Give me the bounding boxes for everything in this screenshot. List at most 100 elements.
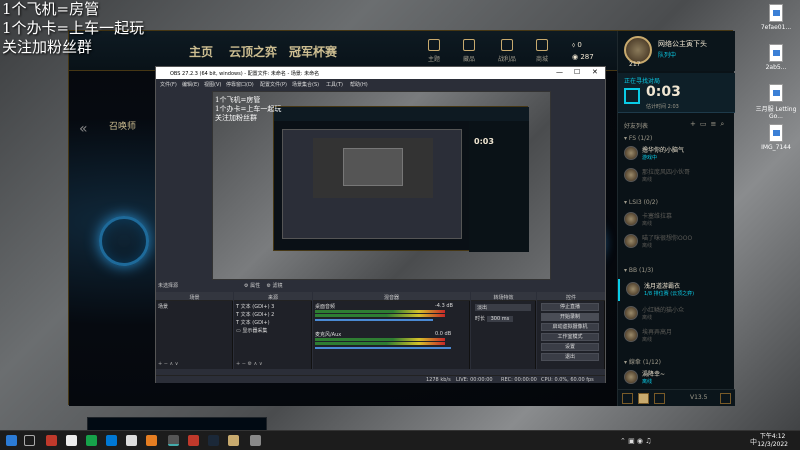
friend-item[interactable]: 小红鳞的猫小众 离线	[618, 303, 735, 325]
app-icon[interactable]	[188, 435, 199, 446]
audio-meter	[315, 338, 445, 341]
league-icon[interactable]	[228, 435, 239, 446]
source-dock-buttons[interactable]: + − ⚙ ∧ ∨	[236, 361, 263, 368]
app-icon[interactable]	[250, 435, 261, 446]
start-recording-button[interactable]: 开始录制	[541, 313, 599, 321]
obs-status-bar: 1278 kb/s LIVE: 00:00:00 REC: 00:00:00 C…	[156, 375, 605, 383]
avatar[interactable]	[624, 36, 652, 64]
xbox-icon[interactable]	[86, 435, 97, 446]
friend-group-header[interactable]: ▾ FS (1/2)	[624, 135, 652, 142]
rp-currency: ◉ 287	[572, 53, 594, 61]
app-icon[interactable]	[66, 435, 77, 446]
close-icon[interactable]: ✕	[592, 68, 598, 76]
shop-icon	[536, 39, 548, 51]
voice-icon[interactable]	[654, 393, 665, 404]
nav-loot-button[interactable]: 战利品	[492, 39, 522, 63]
image-file-icon	[769, 124, 783, 142]
back-arrow-icon[interactable]: «	[79, 121, 88, 137]
windows-start-icon[interactable]	[6, 435, 17, 446]
friend-group-header[interactable]: ▾ LSI3 (0/2)	[624, 199, 658, 206]
transition-select[interactable]: 淡出	[475, 304, 531, 311]
desktop-icon-file-2[interactable]: 2ab5...	[754, 44, 798, 71]
scene-item[interactable]: 场景	[158, 303, 168, 310]
portal-orb-left	[99, 216, 149, 266]
queue-mode-icon	[624, 88, 640, 104]
nav-clash[interactable]: 冠军杯赛	[289, 43, 337, 60]
friend-item[interactable]: 撸华你的小脑气 游戏中	[618, 143, 735, 165]
app-icon[interactable]	[46, 435, 57, 446]
preview-overlay-text: 1个飞机=房管 1个办卡=上车一起玩 关注加粉丝群	[215, 96, 282, 122]
menu-help[interactable]: 帮助(H)	[350, 81, 368, 88]
virtual-camera-button[interactable]: 启动虚拟摄像机	[541, 323, 599, 331]
friend-group-header[interactable]: ▾ 線傘 (1/12)	[624, 357, 661, 366]
cpu-status: CPU: 0.0%, 60.00 fps	[541, 377, 594, 383]
missions-icon[interactable]	[638, 393, 649, 404]
friend-item[interactable]: 喵了咪很想你OOO 离线	[618, 231, 735, 253]
menu-edit[interactable]: 编辑(E)	[182, 81, 199, 88]
source-item[interactable]: ▭ 显示器采集	[236, 327, 267, 334]
steam-icon[interactable]	[208, 435, 219, 446]
desktop-icon-file-3[interactable]: 三月服 Letting Go...	[754, 84, 798, 120]
menu-view[interactable]: 视图(V)	[204, 81, 221, 88]
nav-profile-button[interactable]: 主题	[419, 39, 449, 63]
add-friend-icon[interactable]: +	[690, 120, 700, 128]
friend-item[interactable]: 那拉庞风四小伙哥 离线	[618, 165, 735, 187]
nav-collection-button[interactable]: 藏品	[454, 39, 484, 63]
sources-dock: T 文本 (GDI+) 3 T 文本 (GDI+) 2 T 文本 (GDI+) …	[234, 301, 312, 369]
properties-button[interactable]: ⚙ 属性	[244, 283, 260, 289]
menu-tools[interactable]: 工具(T)	[326, 81, 343, 88]
source-item[interactable]: T 文本 (GDI+) 3	[236, 303, 274, 310]
list-icon[interactable]: ≡	[711, 120, 721, 128]
obs-icon[interactable]	[168, 435, 179, 446]
menu-docks[interactable]: 停靠窗口(D)	[226, 81, 254, 88]
exit-button[interactable]: 退出	[541, 353, 599, 361]
queue-estimate: 估计时间 2:03	[646, 104, 679, 110]
file-icon	[769, 44, 783, 62]
menu-profile[interactable]: 配置文件(P)	[260, 81, 287, 88]
friend-item[interactable]: 浅月道游霸衣 1/8 排位赛 (云顶之弈)	[618, 279, 735, 301]
transitions-header: 转场特效	[471, 292, 536, 301]
app-icon[interactable]	[146, 435, 157, 446]
filters-button[interactable]: ⚙ 滤镜	[266, 283, 282, 289]
tray-icons[interactable]: ⌃ ▣ ◉ ♫	[620, 437, 652, 445]
rec-status: REC: 00:00:00	[501, 377, 537, 383]
settings-button[interactable]: 设置	[541, 343, 599, 351]
nav-home[interactable]: 主页	[189, 43, 213, 60]
mixer-channel: 麦克风/Aux 0.0 dB	[315, 331, 465, 351]
minimize-icon[interactable]: —	[556, 68, 563, 76]
taskbar-clock[interactable]: 下午4:12 12/3/2022	[757, 433, 788, 449]
studio-mode-button[interactable]: 工作室模式	[541, 333, 599, 341]
obs-preview[interactable]: 0:03 1个飞机=房管 1个办卡=上车一起玩 关注加粉丝群	[212, 91, 551, 280]
help-icon[interactable]	[720, 393, 731, 404]
source-item[interactable]: T 文本 (GDI+)	[236, 319, 270, 326]
settings-icon[interactable]	[126, 435, 137, 446]
friend-avatar	[624, 168, 638, 182]
friend-item[interactable]: 渦降幸~ 离线	[618, 367, 735, 389]
friend-item[interactable]: 埃再弄高月 离线	[618, 325, 735, 347]
stop-streaming-button[interactable]: 停止直播	[541, 303, 599, 311]
menu-file[interactable]: 文件(F)	[160, 81, 177, 88]
friend-group-header[interactable]: ▾ BB (1/3)	[624, 267, 653, 274]
friends-toolbar[interactable]: +▭≡⌕	[690, 120, 728, 129]
friend-item[interactable]: 卡塞维拉慕 离线	[618, 209, 735, 231]
transition-duration[interactable]: 时长 300 ms	[475, 315, 514, 322]
source-item[interactable]: T 文本 (GDI+) 2	[236, 311, 274, 318]
scene-dock-buttons[interactable]: + − ∧ ∨	[158, 361, 178, 368]
edge-icon[interactable]	[106, 435, 117, 446]
nav-store-button[interactable]: 商城	[527, 39, 557, 63]
maximize-icon[interactable]: ☐	[574, 68, 580, 76]
volume-slider[interactable]	[315, 319, 433, 321]
menu-scene-collection[interactable]: 场景集合(S)	[292, 81, 319, 88]
desktop-icon-file-1[interactable]: 7efae01...	[754, 4, 798, 31]
level-badge: 217	[629, 61, 641, 68]
search-icon[interactable]	[24, 435, 35, 446]
social-panel: 217 网络公主寅下头 队列中 正在寻找对局 0:03 估计时间 2:03 好友…	[617, 31, 735, 406]
desktop-icon-file-4[interactable]: IMG_7144	[754, 124, 798, 151]
volume-slider[interactable]	[315, 347, 451, 349]
nav-tft[interactable]: 云顶之弈	[229, 43, 277, 60]
ime-indicator[interactable]: 中	[750, 437, 757, 447]
folder-icon[interactable]: ▭	[700, 120, 711, 128]
chat-icon[interactable]	[622, 393, 633, 404]
search-icon[interactable]: ⌕	[720, 120, 728, 128]
preview-desktop-capture: 0:03 1个飞机=房管 1个办卡=上车一起玩 关注加粉丝群	[213, 92, 550, 279]
